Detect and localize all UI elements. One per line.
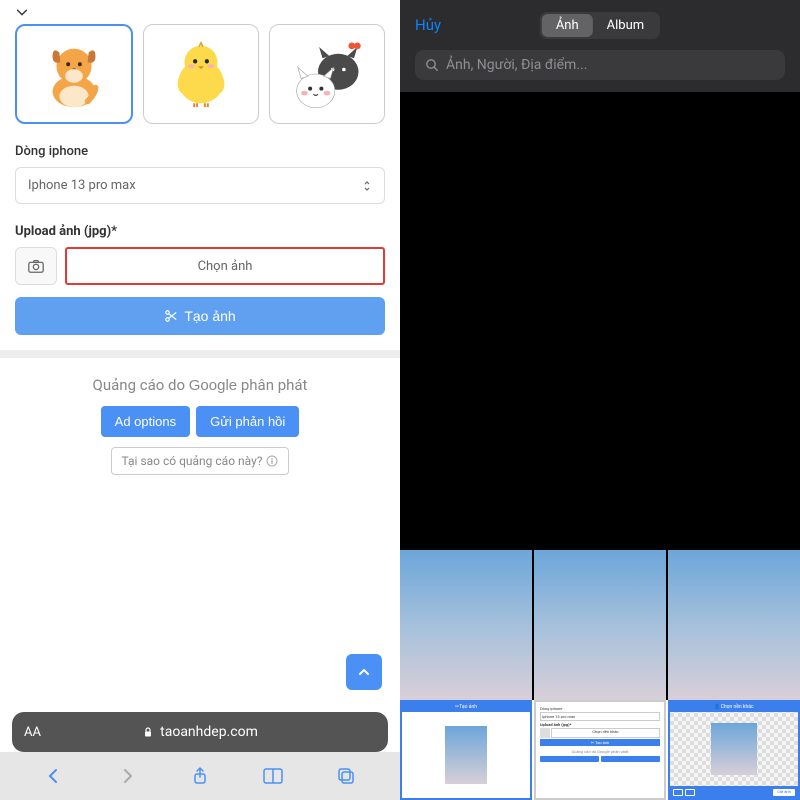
choose-button-label: Chọn ảnh bbox=[198, 259, 253, 274]
thumb-screenshot-1[interactable]: ✂ Tạo ảnh bbox=[400, 700, 532, 800]
photo-cell-sky[interactable] bbox=[400, 550, 532, 701]
photo-picker-panel: Hủy Ảnh Album Ảnh, Người, Địa điểm... bbox=[400, 0, 800, 800]
lock-icon bbox=[142, 726, 154, 738]
section-gap bbox=[0, 350, 400, 358]
ad-options-button[interactable]: Ad options bbox=[101, 406, 190, 437]
web-page-panel: Dòng iphone Iphone 13 pro max Upload ảnh… bbox=[0, 0, 400, 800]
forward-button[interactable] bbox=[115, 764, 139, 788]
safari-toolbar bbox=[0, 752, 400, 800]
segmented-control: Ảnh Album bbox=[540, 12, 660, 39]
phone-select[interactable]: Iphone 13 pro max bbox=[15, 167, 385, 204]
photo-cell[interactable] bbox=[400, 92, 532, 243]
google-ad-panel: Quảng cáo do Google phân phát Ad options… bbox=[0, 358, 400, 493]
chevron-up-icon bbox=[356, 664, 372, 680]
photo-cell-sky[interactable] bbox=[668, 550, 800, 701]
google-logo-text: Google bbox=[189, 377, 237, 394]
url-text: taoanhdep.com bbox=[160, 724, 258, 740]
bookmarks-button[interactable] bbox=[261, 764, 285, 788]
cats-icon bbox=[282, 29, 372, 119]
phone-select-section: Dòng iphone Iphone 13 pro max bbox=[0, 134, 400, 214]
share-button[interactable] bbox=[188, 764, 212, 788]
thumb-header: 👤 Chọn nền khác bbox=[670, 702, 798, 712]
safari-aa-button[interactable]: AA bbox=[24, 725, 41, 740]
ad-heading: Quảng cáo do Google phân phát bbox=[24, 376, 376, 394]
ad-feedback-button[interactable]: Gửi phản hồi bbox=[196, 406, 299, 437]
thumb-screenshot-3[interactable]: 👤 Chọn nền khác Cắt ảnh bbox=[668, 700, 800, 800]
phone-label: Dòng iphone bbox=[15, 144, 385, 159]
thumb-screenshot-2[interactable]: Dòng iphone Iphone 13 pro max Upload ảnh… bbox=[534, 700, 666, 800]
photo-cell[interactable] bbox=[668, 245, 800, 396]
choose-image-button[interactable]: Chọn ảnh bbox=[65, 247, 385, 285]
photo-cell[interactable] bbox=[668, 397, 800, 548]
sticker-dog[interactable] bbox=[15, 24, 133, 124]
sticker-chick[interactable] bbox=[143, 24, 259, 124]
search-placeholder: Ảnh, Người, Địa điểm... bbox=[446, 57, 587, 73]
phone-select-value: Iphone 13 pro max bbox=[28, 178, 136, 193]
cancel-button[interactable]: Hủy bbox=[415, 16, 441, 34]
chick-icon bbox=[162, 35, 240, 113]
photo-cell[interactable] bbox=[534, 92, 666, 243]
camera-button[interactable] bbox=[15, 247, 57, 285]
photo-cell-sky[interactable] bbox=[534, 550, 666, 701]
dog-icon bbox=[35, 35, 113, 113]
create-image-button[interactable]: Tạo ảnh bbox=[15, 297, 385, 335]
tab-photos[interactable]: Ảnh bbox=[542, 14, 593, 37]
scroll-to-top-button[interactable] bbox=[346, 654, 382, 690]
tabs-button[interactable] bbox=[334, 764, 358, 788]
photo-grid: ✂ Tạo ảnh Dòng iphone Iphone 13 pro max … bbox=[400, 92, 800, 800]
picker-header: Hủy Ảnh Album Ảnh, Người, Địa điểm... bbox=[400, 0, 800, 92]
tab-albums[interactable]: Album bbox=[593, 14, 659, 37]
thumb-footer: Cắt ảnh bbox=[670, 786, 798, 798]
search-input[interactable]: Ảnh, Người, Địa điểm... bbox=[415, 50, 785, 80]
thumb-header: ✂ Tạo ảnh bbox=[402, 702, 530, 712]
sticker-row bbox=[0, 24, 400, 134]
photo-cell[interactable] bbox=[400, 397, 532, 548]
photo-cell[interactable] bbox=[534, 397, 666, 548]
sticker-cats[interactable] bbox=[269, 24, 385, 124]
upload-label: Upload ảnh (jpg)* bbox=[15, 224, 385, 239]
camera-icon bbox=[27, 257, 45, 275]
chevron-down-icon bbox=[15, 5, 29, 19]
photo-cell[interactable] bbox=[400, 245, 532, 396]
info-icon bbox=[266, 455, 278, 467]
scissors-icon bbox=[164, 309, 178, 323]
search-icon bbox=[425, 58, 439, 72]
photo-cell[interactable] bbox=[668, 92, 800, 243]
screenshot-thumbnail-row: ✂ Tạo ảnh Dòng iphone Iphone 13 pro max … bbox=[400, 700, 800, 800]
expand-chevron-row[interactable] bbox=[0, 0, 400, 24]
photo-cell[interactable] bbox=[534, 245, 666, 396]
select-updown-icon bbox=[362, 179, 372, 193]
why-ad-link[interactable]: Tại sao có quảng cáo này? bbox=[111, 447, 290, 475]
back-button[interactable] bbox=[42, 764, 66, 788]
upload-section: Upload ảnh (jpg)* Chọn ảnh Tạo ảnh bbox=[0, 214, 400, 345]
safari-url-bar[interactable]: AA taoanhdep.com bbox=[12, 712, 388, 752]
create-button-label: Tạo ảnh bbox=[184, 308, 235, 324]
